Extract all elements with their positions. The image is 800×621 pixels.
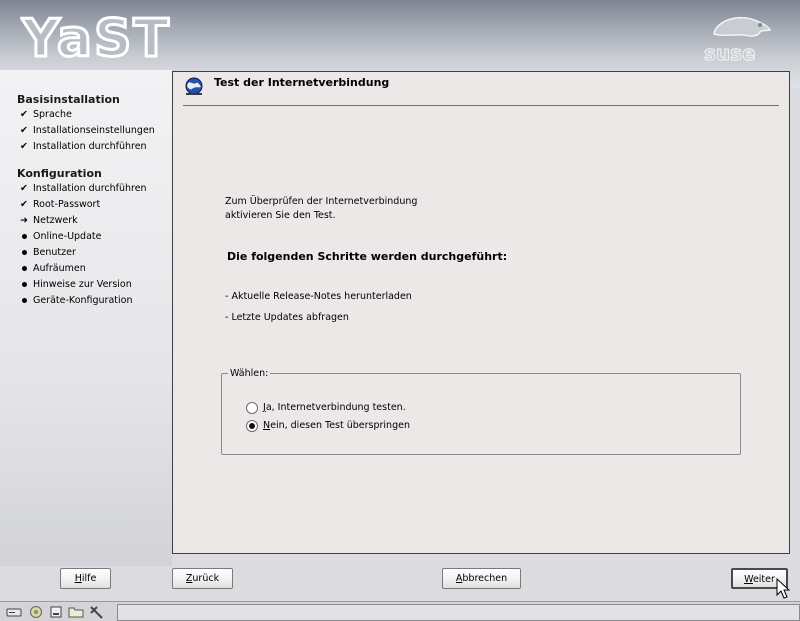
network-icon[interactable] (29, 605, 43, 619)
yast-logo-text: YaST (21, 9, 171, 66)
sidebar-step: Hinweise zur Version (18, 278, 132, 292)
tools-icon[interactable] (89, 605, 105, 619)
choose-legend: Wählen: (228, 368, 271, 379)
list-item: - Letzte Updates abfragen (225, 312, 349, 323)
bullet-icon (18, 294, 30, 308)
sidebar-step: ✔ Installation durchführen (18, 182, 147, 196)
sidebar-step: Benutzer (18, 246, 76, 260)
list-item: - Aktuelle Release-Notes herunterladen (225, 291, 412, 302)
title-divider (183, 105, 779, 106)
content-panel: Test der Internetverbindung Zum Überprüf… (172, 71, 790, 554)
sidebar-step: Geräte-Konfiguration (18, 294, 132, 308)
taskbar-window-list[interactable] (117, 604, 800, 621)
check-icon: ✔ (20, 109, 28, 120)
suse-logo: suse (704, 16, 772, 64)
bullet-icon (18, 230, 30, 244)
sidebar-section-title: Basisinstallation (17, 93, 120, 106)
help-button[interactable]: Hilfe (60, 568, 111, 589)
sidebar-step: ✔ Root-Passwort (18, 198, 100, 212)
suse-logo-text: suse (704, 41, 756, 64)
steps-heading: Die folgenden Schritte werden durchgefüh… (227, 250, 508, 263)
radio-option-skip[interactable]: Nein, diesen Test überspringen (246, 419, 410, 433)
taskbar (0, 601, 800, 621)
arrow-right-icon: ➜ (20, 215, 28, 226)
sidebar-step: Aufräumen (18, 262, 86, 276)
bullet-icon (18, 246, 30, 260)
globe-icon (185, 77, 203, 95)
terminal-icon[interactable] (49, 605, 63, 619)
check-icon: ✔ (20, 183, 28, 194)
installation-steps-sidebar: Basisinstallation ✔ Sprache ✔ Installation… (0, 70, 172, 566)
bullet-icon (18, 262, 30, 276)
mouse-cursor-icon (776, 578, 790, 599)
check-icon: ✔ (20, 141, 28, 152)
sidebar-step-current: ➜ Netzwerk (18, 214, 78, 228)
chameleon-icon (713, 16, 772, 37)
sidebar-step: ✔ Installation durchführen (18, 140, 147, 154)
choose-groupbox: Wählen: Ja, Internetverbindung testen. N… (221, 368, 741, 455)
page-title: Test der Internetverbindung (214, 76, 390, 89)
back-button[interactable]: Zurück (172, 568, 233, 589)
check-icon: ✔ (20, 199, 28, 210)
intro-text-line1: Zum Überprüfen der Internetverbindung (225, 196, 418, 207)
sidebar-step: ✔ Sprache (18, 108, 72, 122)
radio-button-skip[interactable] (246, 419, 258, 432)
radio-option-test[interactable]: Ja, Internetverbindung testen. (246, 401, 406, 415)
abort-button[interactable]: Abbrechen (442, 568, 521, 589)
sidebar-step: Online-Update (18, 230, 101, 244)
bullet-icon (18, 278, 30, 292)
sidebar-section-title: Konfiguration (17, 167, 102, 180)
folder-icon[interactable] (68, 605, 84, 619)
intro-text-line2: aktivieren Sie den Test. (225, 210, 336, 221)
disk-icon[interactable] (6, 605, 22, 619)
radio-button-test[interactable] (246, 401, 258, 414)
yast-logo: YaST (20, 8, 171, 66)
check-icon: ✔ (20, 125, 28, 136)
sidebar-step: ✔ Installationseinstellungen (18, 124, 155, 138)
